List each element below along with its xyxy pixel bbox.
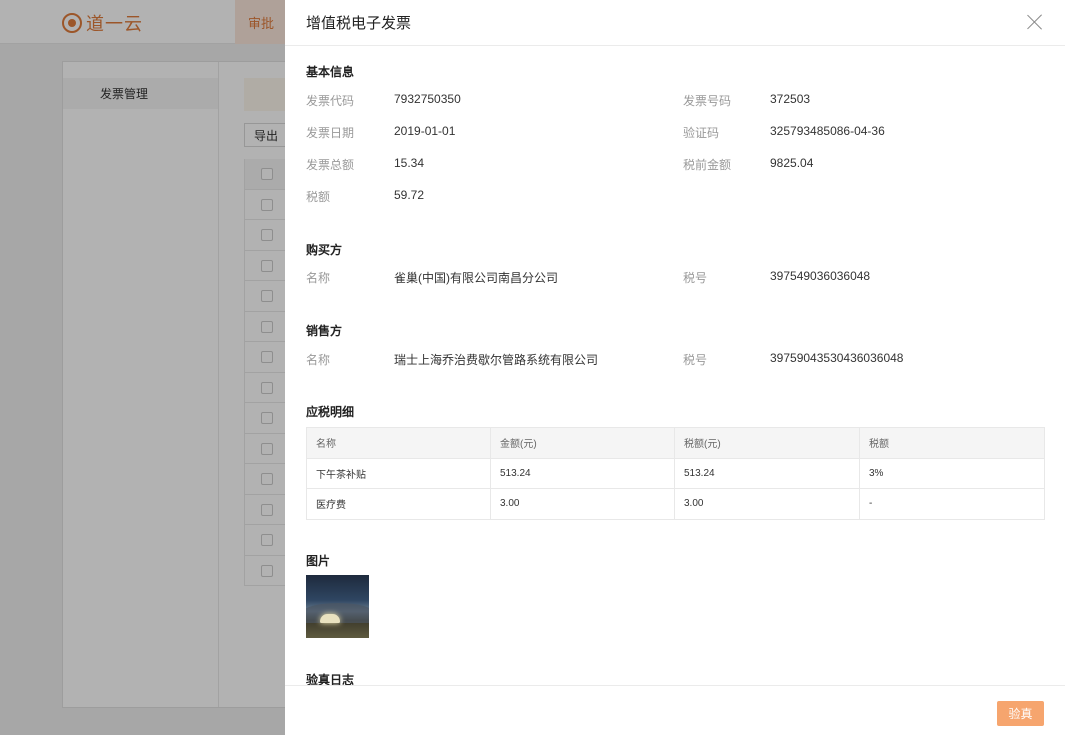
drawer-title: 增值税电子发票 xyxy=(306,15,412,32)
field-label: 税号 xyxy=(683,353,708,367)
section-title-image: 图片 xyxy=(306,554,331,568)
table-cell: - xyxy=(859,488,1045,520)
field-check-code: 验证码 325793485086-04-36 xyxy=(683,124,885,141)
drawer-footer: 验真 xyxy=(285,685,1065,735)
field-seller-taxno: 税号 39759043530436036048 xyxy=(683,351,903,368)
field-label: 税额 xyxy=(306,190,331,204)
field-value: 397549036036048 xyxy=(770,269,871,283)
field-label: 名称 xyxy=(306,271,331,285)
table-row: 下午茶补贴 513.24 513.24 3% xyxy=(306,457,1045,489)
column-header: 金额(元) xyxy=(490,427,675,459)
tax-detail-table: 名称 金额(元) 税额(元) 税额 下午茶补贴 513.24 513.24 3%… xyxy=(306,427,1045,520)
section-title-basic: 基本信息 xyxy=(306,65,355,79)
table-cell: 3% xyxy=(859,457,1045,489)
section-title-verify-log: 验真日志 xyxy=(306,673,355,685)
field-tax-amount: 税额 59.72 xyxy=(306,188,424,205)
field-buyer-name: 名称 雀巢(中国)有限公司南昌分公司 xyxy=(306,269,558,286)
invoice-drawer: 增值税电子发票 基本信息 发票代码 7932750350 发票号码 372503… xyxy=(285,0,1065,735)
table-cell: 3.00 xyxy=(674,488,860,520)
field-value: 59.72 xyxy=(394,188,425,202)
field-label: 名称 xyxy=(306,353,331,367)
field-pretax-amount: 税前金额 9825.04 xyxy=(683,156,813,173)
section-title-details: 应税明细 xyxy=(306,405,355,419)
field-label: 税前金额 xyxy=(683,158,732,172)
field-label: 发票日期 xyxy=(306,126,355,140)
section-title-buyer: 购买方 xyxy=(306,243,343,257)
table-cell: 3.00 xyxy=(490,488,675,520)
field-invoice-date: 发票日期 2019-01-01 xyxy=(306,124,455,141)
field-value: 39759043530436036048 xyxy=(770,351,904,365)
field-value: 7932750350 xyxy=(394,92,461,106)
column-header: 名称 xyxy=(306,427,491,459)
field-label: 发票号码 xyxy=(683,94,732,108)
table-cell: 513.24 xyxy=(490,457,675,489)
field-value: 372503 xyxy=(770,92,811,106)
section-title-seller: 销售方 xyxy=(306,324,343,338)
field-value: 雀巢(中国)有限公司南昌分公司 xyxy=(394,271,558,285)
field-seller-name: 名称 瑞士上海乔治费歇尔管路系统有限公司 xyxy=(306,351,598,368)
drawer-header: 增值税电子发票 xyxy=(285,0,1065,46)
table-header-row: 名称 金额(元) 税额(元) 税额 xyxy=(306,427,1045,459)
field-value: 325793485086-04-36 xyxy=(770,124,885,138)
column-header: 税额(元) xyxy=(674,427,860,459)
field-label: 发票代码 xyxy=(306,94,355,108)
field-label: 发票总额 xyxy=(306,158,355,172)
drawer-body: 基本信息 发票代码 7932750350 发票号码 372503 发票日期 20… xyxy=(285,46,1065,685)
field-value: 2019-01-01 xyxy=(394,124,456,138)
field-label: 验证码 xyxy=(683,126,720,140)
field-label: 税号 xyxy=(683,271,708,285)
field-invoice-total: 发票总额 15.34 xyxy=(306,156,424,173)
close-icon[interactable] xyxy=(1027,14,1043,30)
field-invoice-number: 发票号码 372503 xyxy=(683,92,810,109)
field-value: 瑞士上海乔治费歇尔管路系统有限公司 xyxy=(394,353,599,367)
verify-button[interactable]: 验真 xyxy=(997,701,1044,726)
table-cell: 下午茶补贴 xyxy=(306,457,491,489)
column-header: 税额 xyxy=(859,427,1045,459)
field-buyer-taxno: 税号 397549036036048 xyxy=(683,269,870,286)
field-value: 9825.04 xyxy=(770,156,814,170)
thumbnail-tent xyxy=(320,614,340,623)
field-invoice-code: 发票代码 7932750350 xyxy=(306,92,461,109)
table-cell: 医疗费 xyxy=(306,488,491,520)
invoice-image-thumbnail[interactable] xyxy=(306,575,369,638)
table-cell: 513.24 xyxy=(674,457,860,489)
table-row: 医疗费 3.00 3.00 - xyxy=(306,488,1045,520)
field-value: 15.34 xyxy=(394,156,425,170)
